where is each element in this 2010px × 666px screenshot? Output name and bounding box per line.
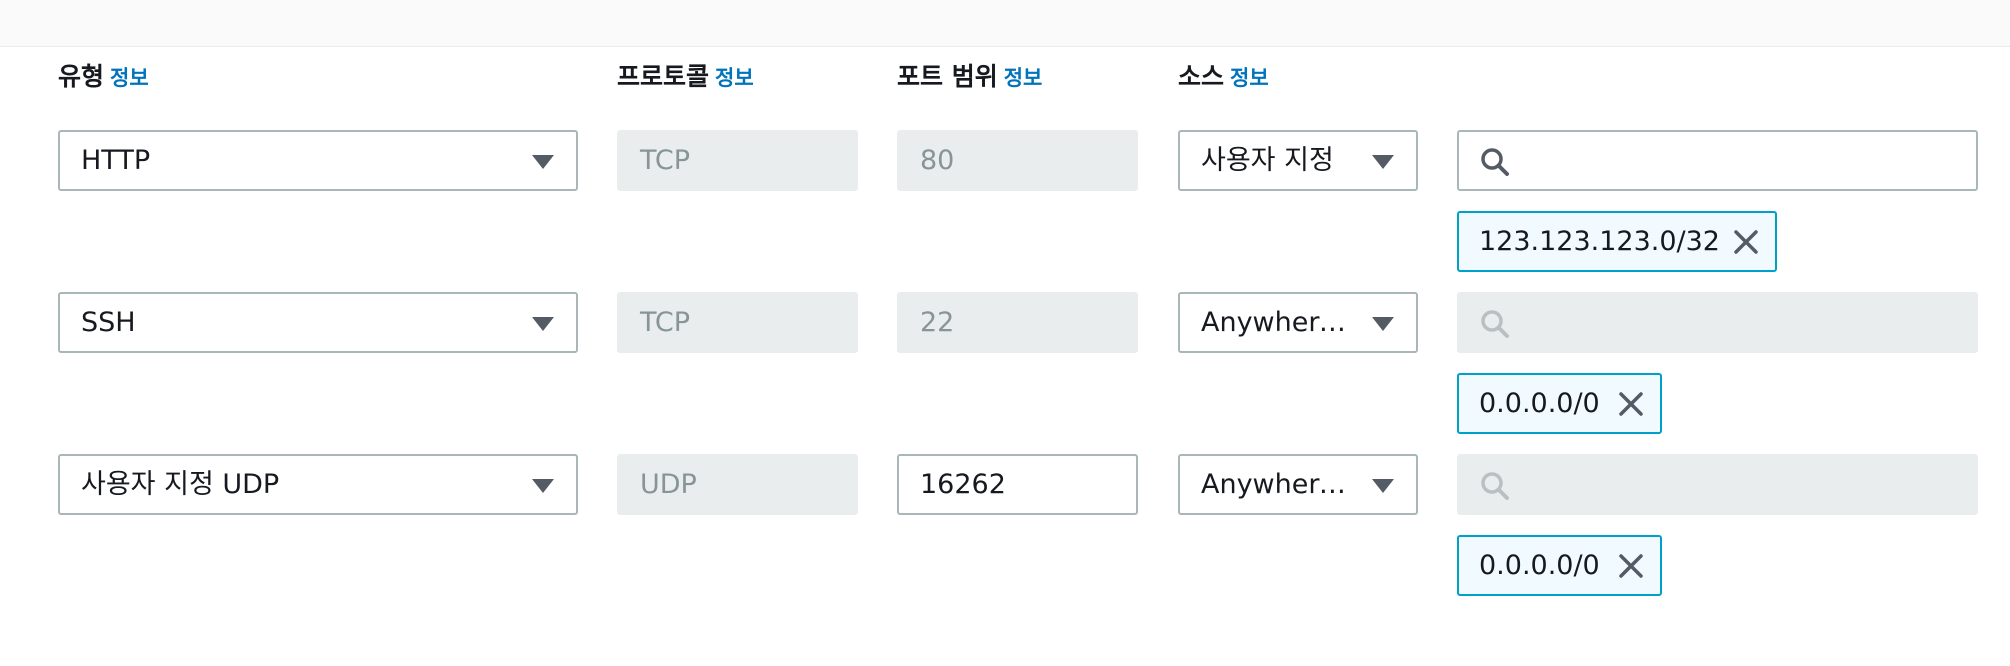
type-select-value: HTTP bbox=[81, 145, 151, 176]
header-source: 소스 정보 bbox=[1178, 58, 1269, 97]
type-select[interactable]: HTTP bbox=[58, 130, 578, 191]
cidr-search-input bbox=[1457, 292, 1978, 353]
source-info-link[interactable]: 정보 bbox=[1230, 66, 1269, 90]
close-icon[interactable] bbox=[1618, 553, 1644, 579]
header-port-range: 포트 범위 정보 bbox=[897, 58, 1042, 97]
caret-down-icon bbox=[532, 479, 554, 493]
caret-down-icon bbox=[1372, 479, 1394, 493]
port-range-field: 80 bbox=[897, 130, 1138, 191]
caret-down-icon bbox=[532, 155, 554, 169]
protocol-value: TCP bbox=[640, 307, 691, 338]
port-range-field: 22 bbox=[897, 292, 1138, 353]
header-source-label: 소스 bbox=[1178, 62, 1225, 91]
cidr-token: 0.0.0.0/0 bbox=[1457, 373, 1662, 434]
header-port-range-label: 포트 범위 bbox=[897, 62, 998, 91]
port-range-info-link[interactable]: 정보 bbox=[1004, 66, 1043, 90]
type-select-value: 사용자 지정 UDP bbox=[81, 469, 280, 500]
type-select-value: SSH bbox=[81, 307, 136, 338]
header-type: 유형 정보 bbox=[58, 58, 149, 97]
cidr-token: 123.123.123.0/32 bbox=[1457, 211, 1777, 272]
source-select[interactable]: 사용자 지정 bbox=[1178, 130, 1418, 191]
cidr-token-label: 0.0.0.0/0 bbox=[1479, 388, 1600, 419]
header-protocol-label: 프로토콜 bbox=[617, 62, 710, 91]
protocol-value: TCP bbox=[640, 145, 691, 176]
caret-down-icon bbox=[1372, 155, 1394, 169]
port-range-value: 80 bbox=[920, 145, 955, 176]
search-icon bbox=[1481, 148, 1509, 176]
top-bar bbox=[0, 0, 2010, 47]
cidr-token-label: 0.0.0.0/0 bbox=[1479, 550, 1600, 581]
header-type-label: 유형 bbox=[58, 62, 105, 91]
protocol-field: UDP bbox=[617, 454, 858, 515]
cidr-token: 0.0.0.0/0 bbox=[1457, 535, 1662, 596]
cidr-search-input[interactable] bbox=[1457, 130, 1978, 191]
protocol-field: TCP bbox=[617, 292, 858, 353]
search-icon bbox=[1481, 472, 1509, 500]
type-select[interactable]: 사용자 지정 UDP bbox=[58, 454, 578, 515]
caret-down-icon bbox=[532, 317, 554, 331]
source-select[interactable]: Anywhere… bbox=[1178, 454, 1418, 515]
port-range-input[interactable]: 16262 bbox=[897, 454, 1138, 515]
search-icon bbox=[1481, 310, 1509, 338]
protocol-info-link[interactable]: 정보 bbox=[715, 66, 754, 90]
port-range-value: 22 bbox=[920, 307, 955, 338]
protocol-field: TCP bbox=[617, 130, 858, 191]
type-select[interactable]: SSH bbox=[58, 292, 578, 353]
port-range-value: 16262 bbox=[920, 469, 1006, 500]
cidr-token-label: 123.123.123.0/32 bbox=[1479, 226, 1720, 257]
close-icon[interactable] bbox=[1618, 391, 1644, 417]
type-info-link[interactable]: 정보 bbox=[110, 66, 149, 90]
source-select[interactable]: Anywhere… bbox=[1178, 292, 1418, 353]
caret-down-icon bbox=[1372, 317, 1394, 331]
close-icon[interactable] bbox=[1733, 229, 1759, 255]
cidr-search-input bbox=[1457, 454, 1978, 515]
protocol-value: UDP bbox=[640, 469, 697, 500]
header-protocol: 프로토콜 정보 bbox=[617, 58, 754, 97]
